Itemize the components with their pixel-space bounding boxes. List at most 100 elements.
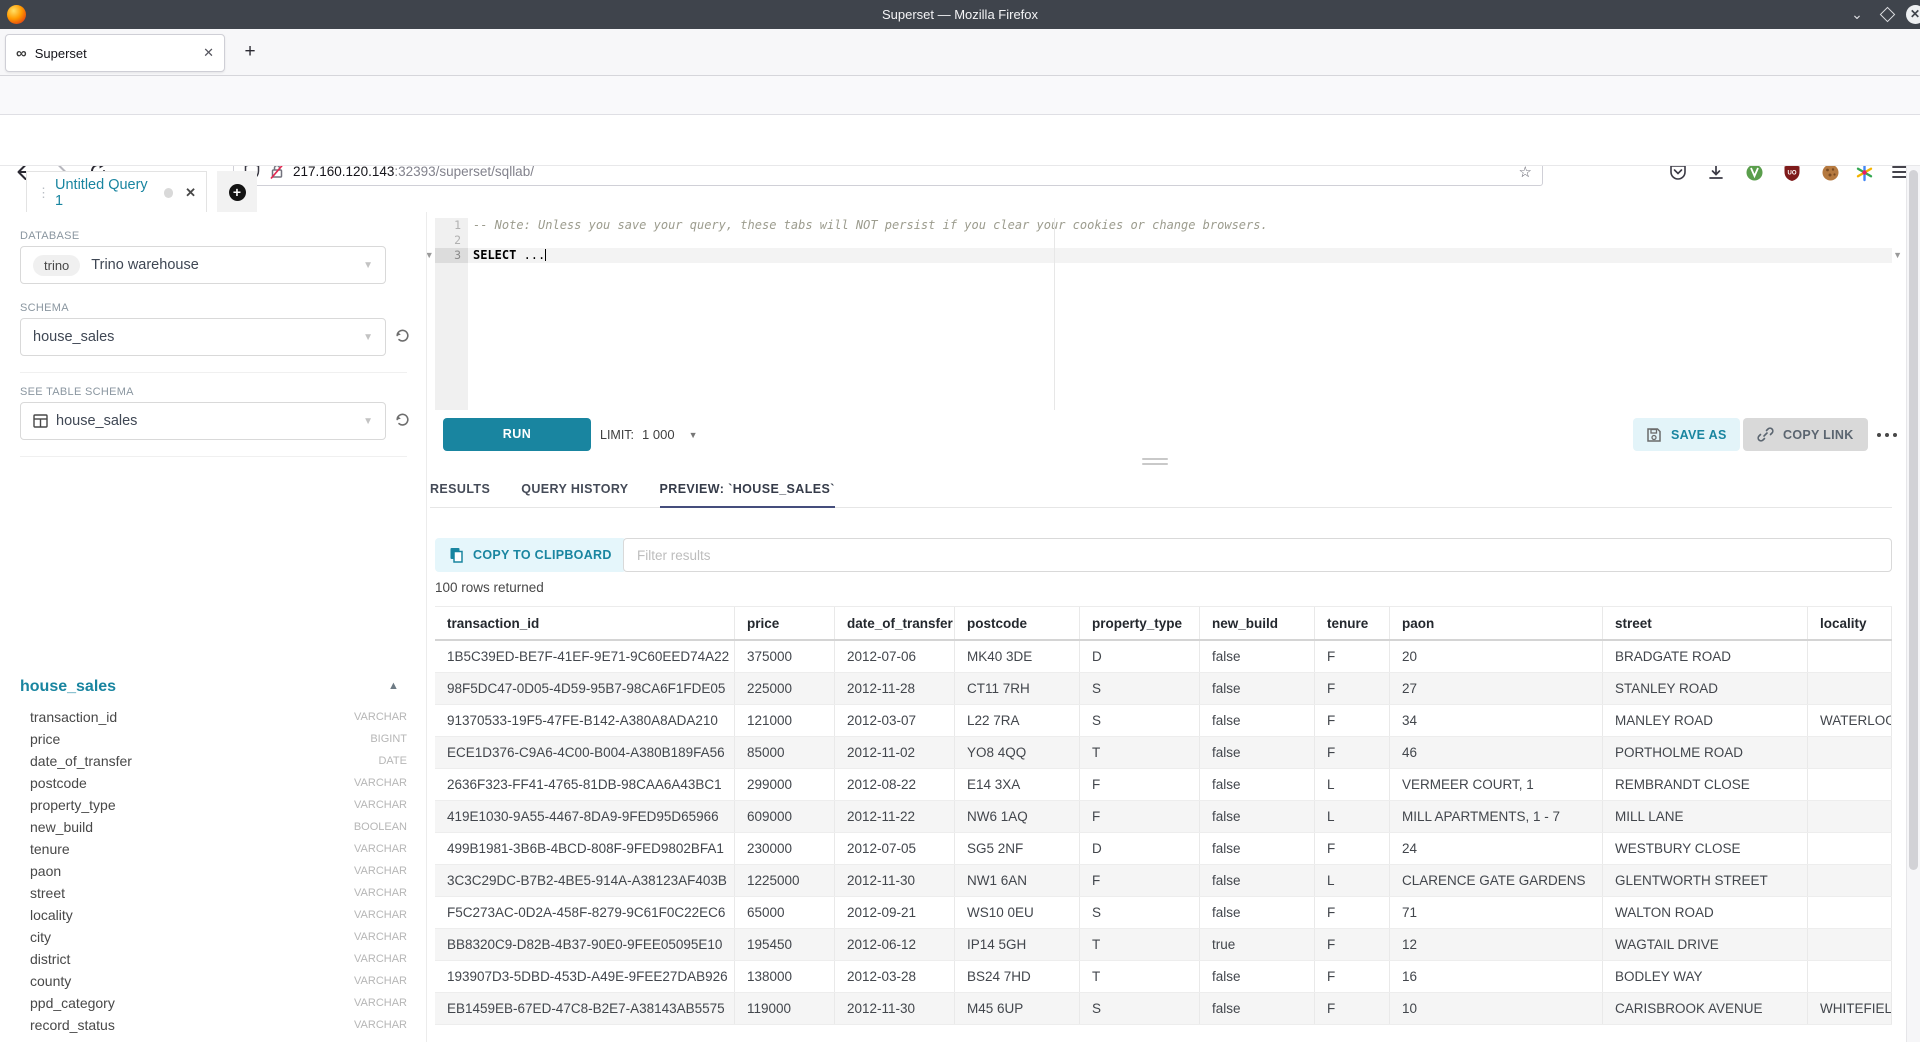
- column-header[interactable]: postcode: [955, 607, 1080, 639]
- column-header[interactable]: property_type: [1080, 607, 1200, 639]
- new-tab-button[interactable]: +: [238, 41, 262, 65]
- chevron-down-icon: ▼: [363, 332, 373, 343]
- column-name: property_type: [30, 797, 354, 813]
- table-cell: SG5 2NF: [955, 833, 1080, 864]
- database-select[interactable]: trino Trino warehouse ▼: [20, 246, 386, 284]
- table-cell: 34: [1390, 705, 1603, 736]
- table-cell: [1808, 641, 1892, 672]
- table-cell: D: [1080, 833, 1200, 864]
- column-type: VARCHAR: [354, 777, 407, 789]
- table-cell: WATERLOO: [1808, 705, 1892, 736]
- query-tab-title[interactable]: Untitled Query 1: [55, 177, 155, 209]
- browser-tabbar: ∞ Superset ✕ +: [0, 29, 1920, 76]
- copy-to-clipboard-button[interactable]: COPY TO CLIPBOARD: [435, 538, 626, 572]
- sql-editor[interactable]: 123 -- Note: Unless you save your query,…: [435, 218, 1892, 410]
- window-minimize-button[interactable]: ⌄: [1846, 3, 1868, 25]
- table-cell: [1808, 961, 1892, 992]
- table-cell: WALTON ROAD: [1603, 897, 1808, 928]
- table-select[interactable]: house_sales ▼: [20, 402, 386, 440]
- table-row[interactable]: 1B5C39ED-BE7F-41EF-9E71-9C60EED74A223750…: [435, 641, 1892, 673]
- table-cell: F: [1315, 641, 1390, 672]
- scrollbar-thumb[interactable]: [1909, 170, 1918, 870]
- sql-text: ...: [516, 248, 545, 262]
- table-row[interactable]: 499B1981-3B6B-4BCD-808F-9FED9802BFA12300…: [435, 833, 1892, 865]
- refresh-schemas-icon[interactable]: [394, 327, 411, 344]
- table-row[interactable]: ECE1D376-C9A6-4C00-B004-A380B189FA568500…: [435, 737, 1892, 769]
- editor-line[interactable]: [468, 233, 1892, 248]
- query-tab[interactable]: ⋮ Untitled Query 1 ✕: [26, 171, 207, 213]
- column-header[interactable]: price: [735, 607, 835, 639]
- table-row[interactable]: 419E1030-9A55-4467-8DA9-9FED95D659666090…: [435, 801, 1892, 833]
- drag-handle-icon[interactable]: ⋮: [37, 185, 48, 201]
- table-row[interactable]: 193907D3-5DBD-453D-A49E-9FEE27DAB9261380…: [435, 961, 1892, 993]
- table-cell: EB1459EB-67ED-47C8-B2E7-A38143AB5575: [435, 993, 735, 1024]
- table-cell: 1225000: [735, 865, 835, 896]
- table-cell: 195450: [735, 929, 835, 960]
- page-scrollbar[interactable]: [1906, 166, 1920, 1042]
- table-row[interactable]: BB8320C9-D82B-4B37-90E0-9FEE05095E101954…: [435, 929, 1892, 961]
- results-tab-query-history[interactable]: QUERY HISTORY: [521, 478, 628, 508]
- column-header[interactable]: transaction_id: [435, 607, 735, 639]
- pane-resize-handle[interactable]: [1135, 458, 1175, 468]
- table-cell: false: [1200, 865, 1315, 896]
- browser-tab[interactable]: ∞ Superset ✕: [5, 34, 225, 72]
- results-tab-preview[interactable]: PREVIEW: `HOUSE_SALES`: [660, 478, 835, 508]
- column-header[interactable]: paon: [1390, 607, 1603, 639]
- editor-line[interactable]: -- Note: Unless you save your query, the…: [468, 218, 1892, 233]
- table-cell: L: [1315, 801, 1390, 832]
- table-cell: 3C3C29DC-B7B2-4BE5-914A-A38123AF403B: [435, 865, 735, 896]
- filter-results-input[interactable]: [623, 538, 1892, 572]
- table-cell: false: [1200, 705, 1315, 736]
- refresh-tables-icon[interactable]: [394, 411, 411, 428]
- table-cell: 2012-11-22: [835, 801, 955, 832]
- run-button[interactable]: RUN: [443, 418, 591, 451]
- column-row: localityVARCHAR: [30, 904, 407, 926]
- table-cell: 2012-03-28: [835, 961, 955, 992]
- column-type: VARCHAR: [354, 843, 407, 855]
- table-row[interactable]: 98F5DC47-0D05-4D59-95B7-98CA6F1FDE052250…: [435, 673, 1892, 705]
- table-cell: 1B5C39ED-BE7F-41EF-9E71-9C60EED74A22: [435, 641, 735, 672]
- table-cell: NW1 6AN: [955, 865, 1080, 896]
- query-tab-close-icon[interactable]: ✕: [185, 185, 196, 201]
- window-close-button[interactable]: ✕: [1904, 3, 1920, 25]
- tab-close-icon[interactable]: ✕: [203, 45, 214, 61]
- table-cell: WHITEFIELD: [1808, 993, 1892, 1024]
- table-cell: WAGTAIL DRIVE: [1603, 929, 1808, 960]
- limit-dropdown[interactable]: LIMIT: 1 000 ▼: [600, 418, 698, 451]
- column-row: statusVARCHAR: [30, 1036, 407, 1042]
- table-row[interactable]: F5C273AC-0D2A-458F-8279-9C61F0C22EC66500…: [435, 897, 1892, 929]
- table-cell: 2012-08-22: [835, 769, 955, 800]
- table-row[interactable]: 3C3C29DC-B7B2-4BE5-914A-A38123AF403B1225…: [435, 865, 1892, 897]
- table-cell: [1808, 769, 1892, 800]
- table-row[interactable]: 2636F323-FF41-4765-81DB-98CAA6A43BC12990…: [435, 769, 1892, 801]
- table-schema-value: house_sales: [56, 413, 137, 429]
- column-header[interactable]: new_build: [1200, 607, 1315, 639]
- column-name: record_status: [30, 1017, 354, 1033]
- editor-line[interactable]: SELECT ...: [468, 248, 1892, 263]
- copy-link-button[interactable]: COPY LINK: [1743, 418, 1868, 451]
- table-cell: false: [1200, 993, 1315, 1024]
- window-maximize-button[interactable]: [1876, 3, 1898, 25]
- column-type: VARCHAR: [354, 887, 407, 899]
- column-type: VARCHAR: [354, 799, 407, 811]
- save-as-button[interactable]: SAVE AS: [1633, 418, 1740, 451]
- table-cell: [1808, 833, 1892, 864]
- column-name: postcode: [30, 775, 354, 791]
- column-header[interactable]: tenure: [1315, 607, 1390, 639]
- more-options-button[interactable]: [1872, 424, 1902, 446]
- results-tab-results[interactable]: RESULTS: [430, 478, 490, 508]
- svg-text:UO: UO: [1788, 170, 1797, 176]
- column-header[interactable]: locality: [1808, 607, 1892, 639]
- column-header[interactable]: date_of_transfer: [835, 607, 955, 639]
- collapse-table-icon[interactable]: ▲: [388, 680, 399, 692]
- table-cell: 375000: [735, 641, 835, 672]
- table-name-link[interactable]: house_sales: [20, 678, 116, 696]
- editor-lines[interactable]: -- Note: Unless you save your query, the…: [468, 218, 1892, 263]
- new-query-tab-button[interactable]: +: [217, 171, 257, 213]
- table-cell: false: [1200, 801, 1315, 832]
- table-cell: NW6 1AQ: [955, 801, 1080, 832]
- column-header[interactable]: street: [1603, 607, 1808, 639]
- table-row[interactable]: 91370533-19F5-47FE-B142-A380A8ADA2101210…: [435, 705, 1892, 737]
- table-row[interactable]: EB1459EB-67ED-47C8-B2E7-A38143AB55751190…: [435, 993, 1892, 1025]
- schema-select[interactable]: house_sales ▼: [20, 318, 386, 356]
